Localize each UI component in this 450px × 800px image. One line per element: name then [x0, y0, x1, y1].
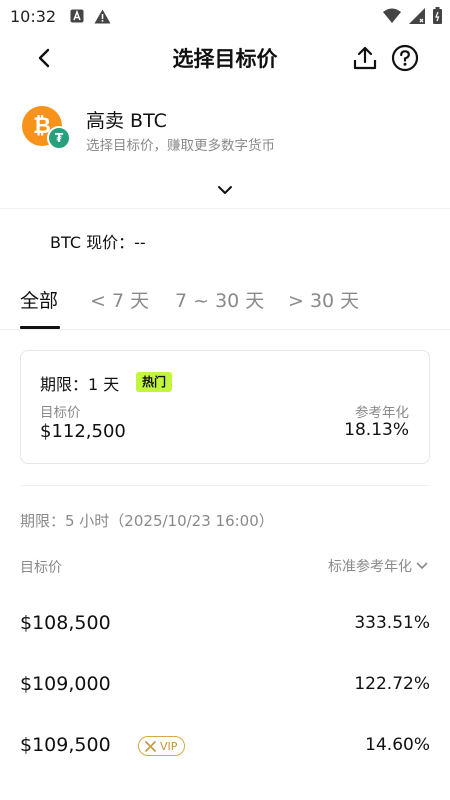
share-button[interactable] [350, 43, 380, 73]
vip-badge: VIP [138, 736, 186, 756]
tab-7-to-30-days[interactable]: 7 ~ 30 天 [175, 286, 264, 330]
list-item[interactable]: $109,500 VIP 14.60% [20, 726, 430, 766]
warning-icon [94, 9, 111, 23]
featured-target-label: 目标价 [40, 405, 81, 421]
status-notification-icons [70, 9, 111, 24]
term-tabs: 全部 < 7 天 7 ~ 30 天 > 30 天 [20, 286, 430, 330]
tabs-divider [0, 329, 450, 330]
usdt-coin-icon: ₮ [47, 126, 71, 150]
status-time: 10:32 [10, 6, 57, 26]
featured-rate-value: 18.13% [344, 420, 409, 440]
vip-icon [145, 740, 156, 752]
list-item[interactable]: $108,500 333.51% [20, 604, 430, 644]
annual-rate: 122.72% [354, 674, 430, 694]
back-button[interactable] [30, 44, 58, 72]
product-subtitle: 选择目标价，赚取更多数字货币 [86, 138, 275, 154]
help-icon [391, 44, 419, 72]
chevron-down-icon [416, 562, 428, 569]
list-item[interactable]: $109,000 122.72% [20, 665, 430, 705]
target-price: $109,500 [20, 734, 111, 756]
chevron-down-icon [218, 186, 232, 194]
column-rate-sort[interactable]: 标准参考年化 [328, 556, 428, 576]
expand-button[interactable] [212, 180, 238, 200]
tab-over-30-days[interactable]: > 30 天 [288, 286, 359, 330]
featured-target-price: $112,500 [40, 421, 126, 442]
target-price: $109,000 [20, 673, 111, 695]
section-term: 期限：5 小时（2025/10/23 16:00） [20, 512, 274, 530]
list-divider [20, 485, 430, 486]
featured-rate-label: 参考年化 [355, 405, 409, 421]
annual-rate: 333.51% [354, 613, 430, 633]
battery-icon [433, 7, 442, 24]
chevron-left-icon [38, 48, 50, 68]
column-target-price: 目标价 [20, 560, 62, 576]
tab-all[interactable]: 全部 [20, 286, 58, 330]
top-app-bar: 选择目标价 [0, 32, 450, 82]
tab-under-7-days[interactable]: < 7 天 [90, 286, 149, 330]
target-price: $108,500 [20, 612, 111, 634]
product-info: ₿ ₮ 高卖 BTC 选择目标价，赚取更多数字货币 [20, 104, 430, 156]
product-title: 高卖 BTC [86, 110, 167, 132]
section-divider [0, 208, 450, 209]
vip-label: VIP [160, 739, 178, 753]
status-bar: 10:32 [0, 0, 450, 32]
featured-option-card[interactable]: 期限：1 天 热门 目标价 参考年化 $112,500 18.13% [20, 350, 430, 464]
current-price: BTC 现价：-- [50, 233, 146, 252]
annual-rate: 14.60% [365, 735, 430, 755]
status-system-icons [383, 7, 442, 24]
share-icon [353, 46, 377, 70]
hot-badge: 热门 [136, 372, 173, 392]
coin-pair-icon: ₿ ₮ [22, 106, 71, 154]
app-notification-icon [70, 9, 84, 23]
wifi-icon [383, 8, 401, 23]
signal-icon [409, 7, 425, 24]
featured-term: 期限：1 天 [40, 375, 120, 394]
help-button[interactable] [390, 43, 420, 73]
column-rate-label: 标准参考年化 [328, 559, 412, 575]
page-title: 选择目标价 [172, 47, 278, 71]
